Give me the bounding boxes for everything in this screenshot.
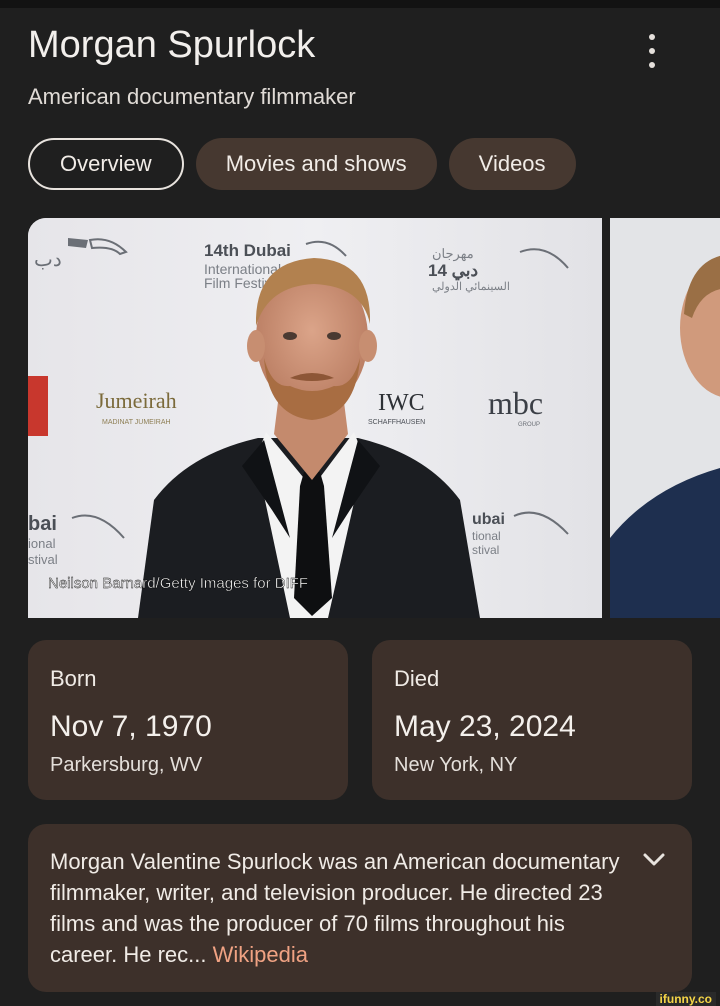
wikipedia-link[interactable]: Wikipedia: [213, 942, 308, 967]
backdrop-text: stival: [472, 543, 499, 557]
tab-overview[interactable]: Overview: [28, 138, 184, 190]
backdrop-text: Jumeirah: [96, 388, 177, 413]
backdrop-text: مهرجان: [432, 246, 474, 262]
died-label: Died: [394, 666, 440, 691]
backdrop-text: ional: [28, 536, 56, 551]
main-photo[interactable]: دب 14th Dubai International Film Festiva…: [28, 218, 602, 618]
summary-text: Morgan Valentine Spurlock was an America…: [50, 849, 620, 967]
tab-bar: Overview Movies and shows Videos: [28, 138, 576, 190]
second-photo[interactable]: [610, 218, 720, 618]
page-title: Morgan Spurlock: [28, 24, 316, 66]
photo-credit: Neilson Barnard/Getty Images for DIFF: [48, 575, 308, 592]
born-label: Born: [50, 666, 97, 691]
backdrop-text: السينمائي الدولي: [432, 281, 510, 293]
born-date: Nov 7, 1970: [50, 710, 212, 743]
backdrop-text: bai: [28, 513, 57, 535]
summary-card[interactable]: Morgan Valentine Spurlock was an America…: [28, 824, 692, 992]
backdrop-text: GROUP: [518, 422, 540, 428]
born-place: Parkersburg, WV: [50, 754, 203, 776]
backdrop-text: stival: [28, 552, 58, 567]
summary-text-block: Morgan Valentine Spurlock was an America…: [50, 846, 630, 970]
backdrop-text: tional: [472, 529, 501, 543]
backdrop-text: ubai: [472, 511, 505, 528]
backdrop-text: 14 دبي: [428, 261, 478, 281]
backdrop-text: 14th Dubai: [204, 241, 291, 260]
watermark: ifunny.co: [655, 992, 716, 1006]
summary-ellipsis: ...: [188, 942, 213, 967]
kebab-menu-icon[interactable]: [640, 34, 664, 68]
backdrop-text: mbc: [488, 385, 543, 421]
backdrop-text: SCHAFFHAUSEN: [368, 419, 425, 426]
facts-row: Born Nov 7, 1970 Parkersburg, WV Died Ma…: [28, 640, 692, 800]
died-date: May 23, 2024: [394, 710, 576, 743]
page-subtitle: American documentary filmmaker: [28, 84, 356, 109]
status-strip: [0, 0, 720, 8]
backdrop-text: MADINAT JUMEIRAH: [102, 419, 171, 426]
svg-text:دب: دب: [34, 249, 62, 271]
born-card: Born Nov 7, 1970 Parkersburg, WV: [28, 640, 348, 800]
tab-movies-and-shows[interactable]: Movies and shows: [195, 138, 437, 190]
backdrop-text: IWC: [378, 390, 425, 416]
tab-videos[interactable]: Videos: [448, 138, 576, 190]
chevron-down-icon[interactable]: [642, 850, 666, 870]
died-card: Died May 23, 2024 New York, NY: [372, 640, 692, 800]
died-place: New York, NY: [394, 754, 518, 776]
